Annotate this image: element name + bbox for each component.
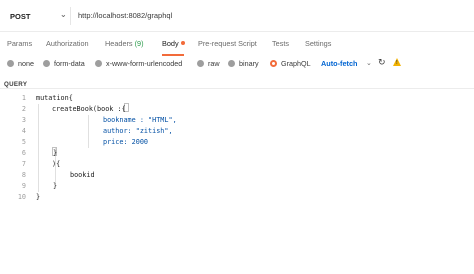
method-select[interactable]: POST ⌄ [3,5,68,27]
code-line: 5 price: 2000 [0,137,474,148]
code-text: mutation{ [36,94,73,102]
tab-label: Authorization [46,39,89,48]
tab-label: Params [7,39,33,48]
code-line: 3 bookname : "HTML", [0,115,474,126]
code-text: } [53,149,58,157]
request-tabs: Params Authorization Headers (9) Body Pr… [0,33,474,55]
line-number: 10 [17,193,26,201]
radio-selected-icon [270,60,277,67]
tab-label: Pre-request Script [198,39,257,48]
code-text: bookid [70,171,95,179]
tab-pre-request-script[interactable]: Pre-request Script [198,39,257,48]
code-line: 7 ){ [0,159,474,170]
radio-label: binary [239,59,259,68]
code-text: author: "zitish", [103,127,173,135]
line-number: 5 [21,138,26,146]
auto-fetch-button[interactable]: Auto-fetch [321,59,357,68]
line-number: 3 [21,116,26,124]
chevron-down-icon: ⌄ [60,10,67,19]
radio-raw[interactable]: raw [197,59,220,68]
code-line: 9 } [0,181,474,192]
code-line: 2 createBook(book :{ [0,104,474,115]
url-input[interactable]: http://localhost:8082/graphql [78,11,172,20]
code-text: } [53,182,58,190]
body-type-options: none form-data x-www-form-urlencoded raw… [0,56,474,74]
tab-headers[interactable]: Headers (9) [105,39,144,48]
radio-binary[interactable]: binary [228,59,259,68]
radio-label: form-data [54,59,85,68]
code-text: price: 2000 [103,138,149,146]
divider [0,88,474,89]
tab-settings[interactable]: Settings [305,39,331,48]
line-number: 2 [21,105,26,113]
request-url-bar: POST ⌄ http://localhost:8082/graphql [0,0,474,32]
code-line: 8 bookid [0,170,474,181]
radio-label: none [18,59,34,68]
method-label: POST [10,11,31,21]
code-line: 1 mutation{ [0,93,474,104]
line-number: 9 [21,182,26,190]
line-number: 1 [21,94,26,102]
radio-none[interactable]: none [7,59,34,68]
line-number: 6 [21,149,26,157]
radio-circle-icon [228,60,235,67]
code-text: bookname : "HTML", [103,116,177,124]
code-text: createBook(book :{ [52,105,126,113]
line-number: 4 [21,127,26,135]
query-editor[interactable]: 1 mutation{ 2 createBook(book :{ 3 bookn… [0,90,474,274]
tab-label: Body [162,39,179,48]
modified-dot-icon [180,41,185,46]
divider [70,7,71,25]
tab-label: Tests [272,39,290,48]
code-text: } [36,193,41,201]
refresh-icon[interactable]: ↻ [378,57,386,68]
radio-form-data[interactable]: form-data [43,59,85,68]
code-text: ){ [52,160,61,168]
radio-circle-icon [43,60,50,67]
tab-tests[interactable]: Tests [272,39,289,48]
tab-label: Settings [305,39,332,48]
radio-label: raw [208,59,220,68]
tab-authorization[interactable]: Authorization [46,39,89,48]
radio-label: GraphQL [281,59,311,68]
code-line: 4 author: "zitish", [0,126,474,137]
chevron-down-icon[interactable]: ⌄ [366,59,372,67]
radio-circle-icon [7,60,14,67]
radio-graphql[interactable]: GraphQL [270,59,311,68]
line-number: 8 [21,171,26,179]
warning-icon[interactable]: ! [393,58,401,66]
code-line: 6 } [0,148,474,159]
code-line: 10 } [0,192,474,203]
radio-circle-icon [95,60,102,67]
tab-body[interactable]: Body [162,39,185,48]
radio-label: x-www-form-urlencoded [106,59,183,68]
radio-circle-icon [197,60,204,67]
radio-x-www-form-urlencoded[interactable]: x-www-form-urlencoded [95,59,182,68]
tab-label: Headers [105,39,133,48]
tab-params[interactable]: Params [7,39,32,48]
line-number: 7 [21,160,26,168]
query-label: QUERY [4,81,28,88]
headers-count-badge: (9) [134,39,144,48]
